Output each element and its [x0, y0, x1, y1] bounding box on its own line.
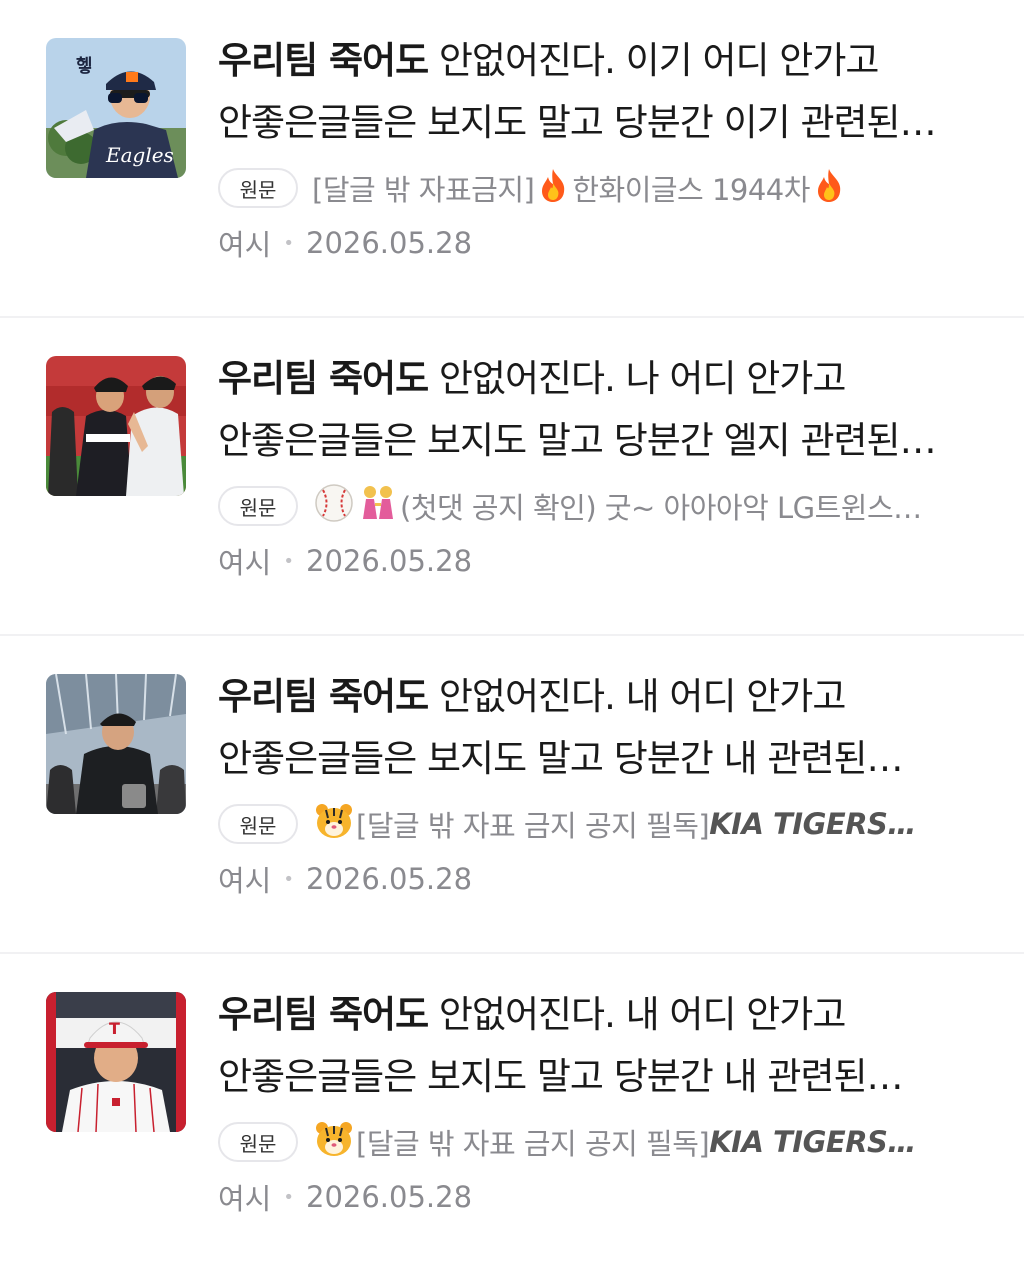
source-text: (첫댓 공지 확인) 굿~ 아아아악 LG트윈스…: [400, 491, 922, 525]
post-title[interactable]: 우리팀 죽어도 안없어진다. 내 어디 안가고 안좋은글들은 보지도 말고 당분…: [218, 984, 988, 1108]
separator-dot: •: [283, 1186, 294, 1208]
post-info: 여시 • 2026.05.28: [218, 858, 472, 900]
author-name: 여시: [218, 1182, 272, 1216]
title-emphasis: 우리팀 죽어도: [218, 993, 429, 1036]
list-item[interactable]: 우리팀 죽어도 안없어진다. 내 어디 안가고 안좋은글들은 보지도 말고 당분…: [0, 636, 1024, 954]
original-badge[interactable]: 원문: [218, 486, 298, 526]
source-row: 원문 (첫댓 공지 확인) 굿~ 아아아악 LG트윈스…: [218, 483, 988, 530]
thumbnail-image[interactable]: Eagles 헿: [46, 38, 186, 178]
post-title[interactable]: 우리팀 죽어도 안없어진다. 나 어디 안가고 안좋은글들은 보지도 말고 당분…: [218, 348, 988, 472]
source-text: [달글 밖 자표 금지 공지 필독]: [356, 809, 710, 843]
jersey-text: Eagles: [105, 143, 174, 167]
post-info: 여시 • 2026.05.28: [218, 540, 472, 582]
post-info: 여시 • 2026.05.28: [218, 1176, 472, 1218]
source-prefix: [달글 밖 자표금지]: [312, 173, 535, 207]
title-line-1: 우리팀 죽어도 안없어진다. 이기 어디 안가고: [218, 30, 978, 92]
source-row: 원문 [달글 밖 자표 금지 공지 필독] KIA TIGERS…: [218, 1120, 988, 1164]
lg-players-photo: [46, 356, 186, 496]
title-line-1: 우리팀 죽어도 안없어진다. 내 어디 안가고: [218, 666, 978, 728]
title-line-2: 안좋은글들은 보지도 말고 당분간 이기 관련된…: [218, 101, 937, 144]
kia-player-airport-photo: [46, 674, 186, 814]
post-title[interactable]: 우리팀 죽어도 안없어진다. 이기 어디 안가고 안좋은글들은 보지도 말고 당…: [218, 30, 988, 154]
title-line-1: 우리팀 죽어도 안없어진다. 내 어디 안가고: [218, 984, 978, 1046]
post-date: 2026.05.28: [306, 226, 473, 260]
post-info: 여시 • 2026.05.28: [218, 222, 472, 264]
title-line-2: 안좋은글들은 보지도 말고 당분간 내 관련된…: [218, 1055, 904, 1098]
list-item[interactable]: Eagles 헿 우리팀 죽어도 안없어진다. 이기 어디 안가고 안좋은글들은…: [0, 0, 1024, 318]
list-item[interactable]: 우리팀 죽어도 안없어진다. 나 어디 안가고 안좋은글들은 보지도 말고 당분…: [0, 318, 1024, 636]
baseball-icon: [314, 483, 354, 530]
title-line-2: 안좋은글들은 보지도 말고 당분간 엘지 관련된…: [218, 419, 937, 462]
source-row: 원문 [달글 밖 자표 금지 공지 필독] KIA TIGERS…: [218, 802, 988, 846]
post-feed: Eagles 헿 우리팀 죽어도 안없어진다. 이기 어디 안가고 안좋은글들은…: [0, 0, 1024, 1272]
title-emphasis: 우리팀 죽어도: [218, 357, 429, 400]
tiger-icon: [314, 802, 354, 847]
separator-dot: •: [283, 550, 294, 572]
original-badge[interactable]: 원문: [218, 804, 298, 844]
source-brand: KIA TIGERS…: [709, 807, 916, 841]
original-badge[interactable]: 원문: [218, 168, 298, 208]
post-date: 2026.05.28: [306, 862, 473, 896]
title-rest: 안없어진다. 내 어디 안가고: [428, 993, 847, 1036]
author-name: 여시: [218, 864, 272, 898]
thumbnail-image[interactable]: T: [46, 992, 186, 1132]
title-line-1: 우리팀 죽어도 안없어진다. 나 어디 안가고: [218, 348, 978, 410]
source-title[interactable]: (첫댓 공지 확인) 굿~ 아아아악 LG트윈스…: [312, 483, 922, 530]
fire-icon: [536, 167, 570, 210]
source-brand: KIA TIGERS…: [709, 1125, 916, 1159]
thumbnail-image[interactable]: [46, 674, 186, 814]
source-title[interactable]: [달글 밖 자표 금지 공지 필독] KIA TIGERS…: [312, 802, 916, 847]
separator-dot: •: [283, 868, 294, 890]
source-row: 원문 [달글 밖 자표금지] 한화이글스 1944차: [218, 166, 988, 210]
source-text: [달글 밖 자표 금지 공지 필독]: [356, 1127, 710, 1161]
author-name: 여시: [218, 228, 272, 262]
two-women-icon: [358, 483, 398, 530]
overlay-text: 헿: [76, 56, 93, 77]
fire-icon: [812, 167, 846, 210]
author-name: 여시: [218, 546, 272, 580]
cap-logo: T: [109, 1019, 120, 1038]
post-date: 2026.05.28: [306, 1180, 473, 1214]
thumbnail-image[interactable]: [46, 356, 186, 496]
title-rest: 안없어진다. 내 어디 안가고: [428, 675, 847, 718]
separator-dot: •: [283, 232, 294, 254]
original-badge[interactable]: 원문: [218, 1122, 298, 1162]
post-date: 2026.05.28: [306, 544, 473, 578]
post-title[interactable]: 우리팀 죽어도 안없어진다. 내 어디 안가고 안좋은글들은 보지도 말고 당분…: [218, 666, 988, 790]
title-rest: 안없어진다. 이기 어디 안가고: [428, 39, 880, 82]
eagles-player-photo: Eagles 헿: [46, 38, 186, 178]
source-text: 한화이글스 1944차: [572, 173, 810, 207]
source-title[interactable]: [달글 밖 자표 금지 공지 필독] KIA TIGERS…: [312, 1120, 916, 1165]
lg-player-portrait-photo: T: [46, 992, 186, 1132]
title-emphasis: 우리팀 죽어도: [218, 39, 429, 82]
title-line-2: 안좋은글들은 보지도 말고 당분간 내 관련된…: [218, 737, 904, 780]
title-rest: 안없어진다. 나 어디 안가고: [428, 357, 847, 400]
title-emphasis: 우리팀 죽어도: [218, 675, 429, 718]
list-item[interactable]: T 우리팀 죽어도 안없어진다. 내 어디 안가고 안좋은글들은 보지도 말고 …: [0, 954, 1024, 1272]
source-title[interactable]: [달글 밖 자표금지] 한화이글스 1944차: [312, 167, 848, 210]
tiger-icon: [314, 1120, 354, 1165]
